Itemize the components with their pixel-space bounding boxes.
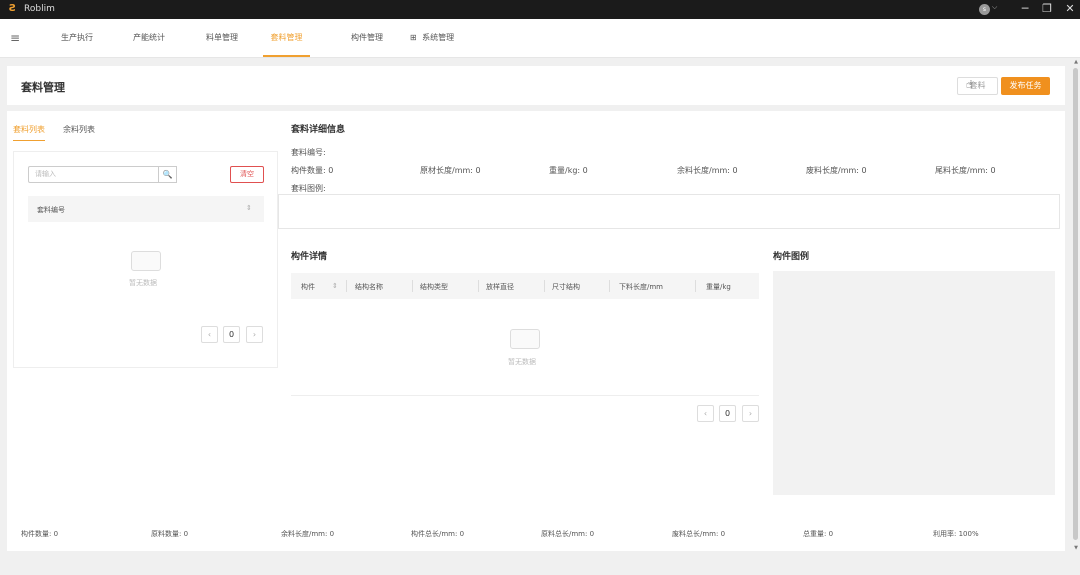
nesting-button[interactable]: 套料 <box>957 77 998 95</box>
column-divider <box>544 280 545 292</box>
nesting-pattern-canvas <box>278 194 1060 229</box>
main-panel: 套料列表 余料列表 请输入 🔍 清空 套料编号 ⇕ 暂无数据 ‹ 0 › 套料详… <box>7 111 1065 551</box>
prev-page-button[interactable]: ‹ <box>201 326 218 343</box>
nav-item-label: 产能统计 <box>133 33 165 42</box>
stat-part-total-length: 构件总长/mm: 0 <box>411 530 465 538</box>
close-button[interactable]: ✕ <box>1063 2 1077 16</box>
legend-section-title: 构件图例 <box>773 252 810 262</box>
page-title: 套料管理 <box>21 81 65 94</box>
empty-box-icon <box>510 329 540 349</box>
nav-item-label: 系统管理 <box>422 33 455 42</box>
app-name: Roblim <box>24 4 55 14</box>
scroll-up-icon[interactable]: ▲ <box>1072 58 1080 66</box>
search-input[interactable]: 请输入 <box>28 166 159 183</box>
stat-part-count: 构件数量: 0 <box>21 530 59 538</box>
empty-text: 暂无数据 <box>508 358 536 366</box>
list-column-header: 套料编号 ⇕ <box>28 196 264 222</box>
part-legend-canvas <box>773 271 1055 495</box>
nav-item-production[interactable]: 生产执行 <box>53 19 101 57</box>
column-divider <box>695 280 696 292</box>
nav-item-label: 料单管理 <box>206 33 238 42</box>
column-divider <box>346 280 347 292</box>
nav-item-material-list[interactable]: 料单管理 <box>198 19 246 57</box>
column-divider <box>412 280 413 292</box>
prev-page-button[interactable]: ‹ <box>697 405 714 422</box>
scroll-thumb[interactable] <box>1073 68 1078 540</box>
nav-item-nesting[interactable]: 套料管理 <box>263 19 310 57</box>
field-raw-length: 原材长度/mm: 0 <box>420 166 481 175</box>
stat-raw-total-length: 原料总长/mm: 0 <box>541 530 595 538</box>
nav-item-capacity[interactable]: 产能统计 <box>125 19 173 57</box>
restore-button[interactable]: ❐ <box>1040 2 1054 16</box>
field-part-count: 构件数量: 0 <box>291 166 334 175</box>
user-avatar[interactable]: s <box>979 4 990 15</box>
column-structure-name: 结构名称 <box>355 283 383 291</box>
app-logo-icon: Ƨ <box>9 3 17 14</box>
column-diameter: 放样直径 <box>486 283 514 291</box>
parts-table-header: 构件 ⇕ 结构名称 结构类型 放样直径 尺寸结构 下料长度/mm 重量/kg <box>291 273 759 299</box>
page-number[interactable]: 0 <box>223 326 240 343</box>
empty-box-icon <box>131 251 161 271</box>
sort-icon[interactable]: ⇕ <box>332 282 338 290</box>
table-divider <box>291 395 759 396</box>
column-divider <box>478 280 479 292</box>
nav-item-label: 生产执行 <box>61 33 93 42</box>
field-remnant-length: 余料长度/mm: 0 <box>677 166 738 175</box>
field-waste-length: 废料长度/mm: 0 <box>806 166 867 175</box>
vertical-scrollbar[interactable]: ▲ ▼ <box>1072 58 1080 552</box>
mouse-cursor-icon: ☝ <box>966 78 973 91</box>
stat-raw-count: 原料数量: 0 <box>151 530 189 538</box>
top-nav: ≡ 生产执行 产能统计 料单管理 套料管理 构件管理 ⊞ 系统管理 <box>0 19 1080 58</box>
pattern-label: 套料图例: <box>291 184 326 193</box>
hamburger-menu-icon[interactable]: ≡ <box>10 32 20 44</box>
column-structure-type: 结构类型 <box>420 283 448 291</box>
field-weight: 重量/kg: 0 <box>549 166 588 175</box>
detail-section-title: 套料详细信息 <box>291 125 346 135</box>
column-part: 构件 <box>301 283 315 291</box>
empty-text: 暂无数据 <box>129 279 157 287</box>
tab-nesting-list[interactable]: 套料列表 <box>13 124 45 141</box>
next-page-button[interactable]: › <box>246 326 263 343</box>
nav-item-system[interactable]: ⊞ 系统管理 <box>404 19 460 57</box>
column-nesting-no: 套料编号 <box>37 206 65 214</box>
next-page-button[interactable]: › <box>742 405 759 422</box>
nesting-no-label: 套料编号: <box>291 148 326 157</box>
column-weight: 重量/kg <box>706 283 731 291</box>
page-header: 套料管理 套料 发布任务 <box>7 66 1065 105</box>
search-icon[interactable]: 🔍 <box>159 166 177 183</box>
field-tail-length: 尾料长度/mm: 0 <box>935 166 996 175</box>
stat-total-weight: 总重量: 0 <box>803 530 834 538</box>
nav-item-label: 套料管理 <box>270 33 303 42</box>
stat-remnant-length: 余料长度/mm: 0 <box>281 530 335 538</box>
system-icon: ⊞ <box>409 33 417 42</box>
nav-item-label: 构件管理 <box>351 33 383 42</box>
column-size-structure: 尺寸结构 <box>552 283 580 291</box>
sort-icon[interactable]: ⇕ <box>246 204 252 212</box>
column-cut-length: 下料长度/mm <box>619 283 663 291</box>
clear-button[interactable]: 清空 <box>230 166 264 183</box>
nav-item-parts[interactable]: 构件管理 <box>343 19 391 57</box>
scroll-down-icon[interactable]: ▼ <box>1072 544 1080 552</box>
stat-waste-total-length: 废料总长/mm: 0 <box>672 530 726 538</box>
user-menu-caret-icon[interactable]: ⌵ <box>992 3 997 12</box>
tab-remnant-list[interactable]: 余料列表 <box>63 124 95 135</box>
publish-task-button[interactable]: 发布任务 <box>1001 77 1050 95</box>
minimize-button[interactable]: ─ <box>1018 2 1032 16</box>
column-divider <box>609 280 610 292</box>
nesting-list-panel: 请输入 🔍 清空 套料编号 ⇕ 暂无数据 ‹ 0 › <box>13 151 278 368</box>
title-bar: Ƨ Roblim s ⌵ ─ ❐ ✕ <box>0 0 1080 19</box>
parts-section-title: 构件详情 <box>291 252 328 262</box>
page-number[interactable]: 0 <box>719 405 736 422</box>
stat-utilization: 利用率: 100% <box>933 530 979 538</box>
